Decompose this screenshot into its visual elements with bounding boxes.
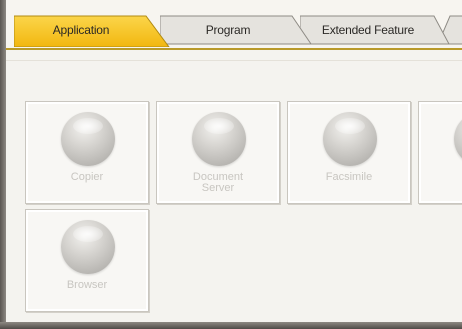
app-partial-icon (454, 112, 462, 166)
tab-program[interactable]: Program (160, 15, 312, 45)
tab-extended-feature-label: Extended Feature (321, 23, 415, 37)
document-server-icon (192, 112, 246, 166)
app-browser-button[interactable]: Browser (25, 209, 149, 312)
facsimile-icon (323, 112, 377, 166)
tab-extended-feature[interactable]: Extended Feature (300, 15, 450, 45)
screen-bezel-bottom (0, 322, 462, 329)
app-copier-button[interactable]: Copier (25, 101, 149, 204)
app-facsimile-button[interactable]: Facsimile (287, 101, 411, 204)
app-facsimile-label: Facsimile (325, 171, 373, 183)
content-divider (6, 60, 462, 61)
application-screen: Extended Feature Program Application Cop… (0, 0, 462, 329)
tab-bar: Extended Feature Program Application (6, 0, 462, 48)
tab-application[interactable]: Application (14, 15, 170, 47)
app-document-server-button[interactable]: Document Server (156, 101, 280, 204)
tab-program-label: Program (205, 23, 251, 37)
app-browser-label: Browser (66, 279, 108, 291)
app-partial-button[interactable] (418, 101, 462, 204)
browser-icon (61, 220, 115, 274)
copier-icon (61, 112, 115, 166)
tab-application-label: Application (52, 23, 110, 37)
app-copier-label: Copier (70, 171, 104, 183)
app-document-server-label: Document Server (192, 171, 244, 194)
application-grid: Copier Document Server Facsimile Browser (6, 48, 462, 322)
